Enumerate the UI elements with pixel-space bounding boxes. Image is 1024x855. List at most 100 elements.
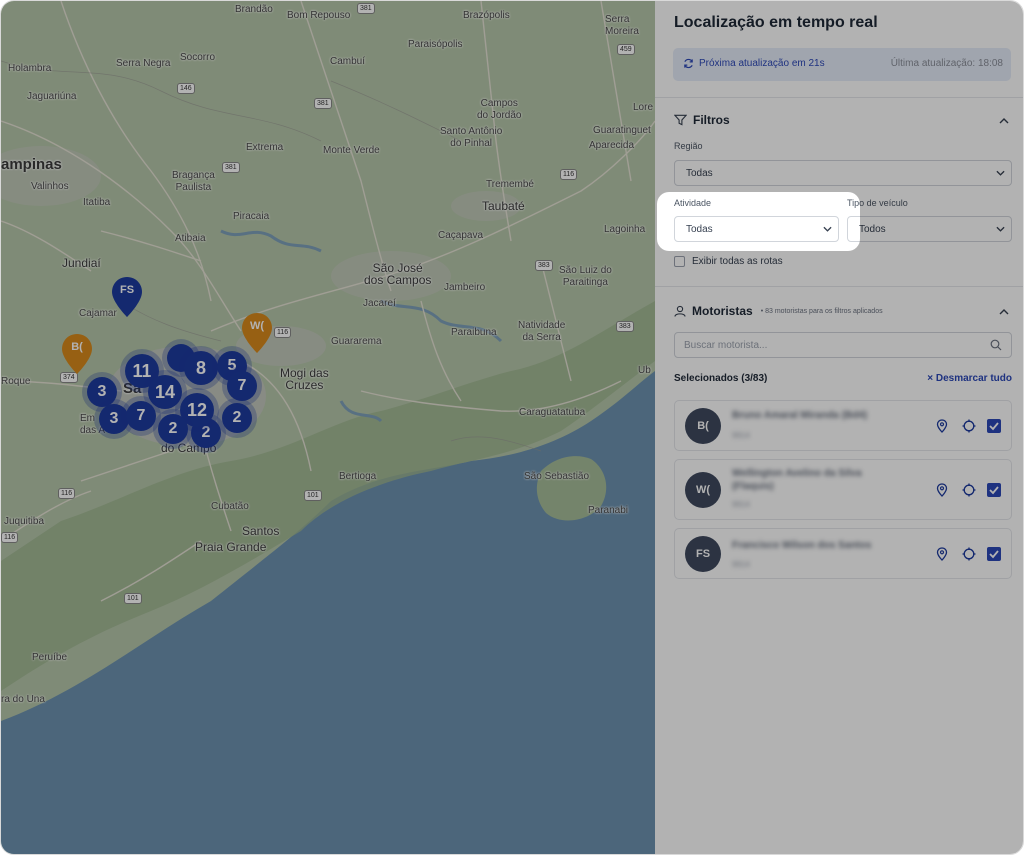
check-icon (989, 550, 999, 559)
road-shield: 116 (58, 488, 76, 499)
location-pin-icon[interactable] (935, 419, 949, 433)
driver-card[interactable]: W( Wellington Avelino da Silva (Flaquis)… (674, 459, 1012, 520)
map-label: Guaratinguet (593, 125, 651, 136)
driver-sub: 9914 (732, 431, 750, 440)
side-panel: Localização em tempo real Próxima atuali… (655, 1, 1023, 854)
app-frame: Brandão Bom Repouso Brazópolis Serra Mor… (0, 0, 1024, 855)
driver-checkbox[interactable] (987, 547, 1001, 561)
map-label: Jaguariúna (27, 91, 77, 102)
map-cluster[interactable]: 3 (99, 404, 129, 434)
driver-card[interactable]: FS Francisco Wilson dos Santos 9914 (674, 528, 1012, 579)
road-shield: 101 (124, 593, 142, 604)
map-cluster[interactable]: 7 (126, 401, 156, 431)
map-label: Cubatão (211, 501, 249, 512)
chevron-up-icon[interactable] (999, 116, 1009, 126)
refresh-banner: Próxima atualização em 21s Última atuali… (673, 48, 1011, 81)
road-shield: 116 (274, 327, 292, 338)
map-pin-icon (62, 334, 92, 374)
map-label: Serra Negra (116, 58, 171, 69)
chevron-up-icon[interactable] (999, 307, 1009, 317)
map-label: Campos do Jordão (477, 98, 522, 121)
map-label: Bragança Paulista (172, 170, 215, 193)
crosshair-icon[interactable] (962, 547, 976, 561)
map-label: Brazópolis (463, 10, 510, 21)
location-pin-icon[interactable] (935, 483, 949, 497)
map-label: Peruíbe (32, 652, 68, 663)
drivers-header[interactable]: Motoristas • 83 motoristas para os filtr… (674, 304, 883, 318)
map-label: São Luiz do Paraitinga (559, 265, 612, 288)
road-shield: 459 (617, 44, 635, 55)
pin-label: W( (249, 320, 265, 332)
map-label: Caçapava (438, 230, 484, 241)
map-label: Piracaia (233, 211, 270, 222)
avatar: W( (685, 472, 721, 508)
road-shield: 381 (357, 3, 375, 14)
road-shield: 116 (1, 532, 19, 543)
filters-title: Filtros (693, 113, 730, 127)
map-cluster[interactable]: 14 (148, 375, 182, 409)
map-label: São Sebastião (524, 471, 590, 482)
filter-icon (674, 114, 687, 126)
map-label: Praia Grande (195, 540, 267, 554)
vehicle-select[interactable]: Todos (847, 216, 1012, 242)
map-label: Socorro (180, 52, 216, 63)
driver-checkbox[interactable] (987, 483, 1001, 497)
region-label: Região (674, 141, 703, 151)
driver-search-input[interactable]: Buscar motorista... (674, 332, 1012, 358)
map-label: Valinhos (31, 181, 69, 192)
vehicle-label: Tipo de veículo (847, 198, 908, 208)
chevron-down-icon (823, 226, 832, 232)
map-label: ampinas (1, 156, 62, 173)
road-shield: 101 (304, 490, 322, 501)
driver-card[interactable]: B( Bruno Amaral Miranda (Bd4) 9914 (674, 400, 1012, 451)
map-label: Paranabi (588, 505, 629, 516)
driver-map-pin[interactable]: W( (240, 311, 274, 355)
search-icon (990, 339, 1002, 351)
unmark-all-link[interactable]: × Desmarcar tudo (927, 373, 1012, 384)
road-shield: 116 (560, 169, 578, 180)
driver-map-pin[interactable]: FS (110, 275, 144, 319)
map-label: Bom Repouso (287, 10, 351, 21)
panel-title: Localização em tempo real (674, 14, 878, 31)
road-shield: 381 (222, 162, 240, 173)
driver-sub: 9914 (732, 500, 750, 509)
map-label: Caraguatatuba (519, 407, 586, 418)
map-cluster[interactable]: 3 (87, 377, 117, 407)
driver-name: Wellington Avelino da Silva (Flaquis) (732, 468, 862, 492)
pin-label: B( (71, 341, 83, 353)
pin-label: FS (119, 284, 135, 296)
map-label: Atibaia (175, 233, 206, 244)
map-label: Roque (1, 376, 31, 387)
map-label: Guararema (331, 336, 382, 347)
show-routes-row[interactable]: Exibir todas as rotas (674, 256, 783, 267)
road-shield: 381 (314, 98, 332, 109)
crosshair-icon[interactable] (962, 419, 976, 433)
filters-header[interactable]: Filtros (674, 113, 730, 127)
driver-map-pin[interactable]: B( (60, 332, 94, 376)
selected-count: Selecionados (3/83) (674, 373, 768, 384)
map-label: Serra Moreira (605, 14, 639, 37)
driver-checkbox[interactable] (987, 419, 1001, 433)
region-value: Todas (686, 168, 713, 179)
map-label: São José dos Campos (364, 261, 432, 287)
drivers-title: Motoristas (692, 304, 753, 318)
map-label: Taubaté (482, 199, 525, 213)
map-label: Aparecida (589, 140, 635, 151)
map-cluster[interactable]: 2 (222, 403, 252, 433)
location-pin-icon[interactable] (935, 547, 949, 561)
map-cluster[interactable]: 7 (227, 371, 257, 401)
show-routes-checkbox[interactable] (674, 256, 685, 267)
map-cluster[interactable]: 8 (184, 351, 218, 385)
selected-row: Selecionados (3/83) × Desmarcar tudo (674, 373, 1012, 384)
vehicle-value: Todos (859, 224, 886, 235)
crosshair-icon[interactable] (962, 483, 976, 497)
check-icon (989, 486, 999, 495)
activity-select[interactable]: Todas (674, 216, 839, 242)
driver-name: Francisco Wilson dos Santos (732, 540, 872, 551)
avatar: FS (685, 536, 721, 572)
map-label: Cambuí (330, 56, 366, 67)
map-cluster[interactable]: 2 (158, 414, 188, 444)
map-area[interactable]: Brandão Bom Repouso Brazópolis Serra Mor… (1, 1, 655, 854)
region-select[interactable]: Todas (674, 160, 1012, 186)
map-label: Extrema (246, 142, 284, 153)
